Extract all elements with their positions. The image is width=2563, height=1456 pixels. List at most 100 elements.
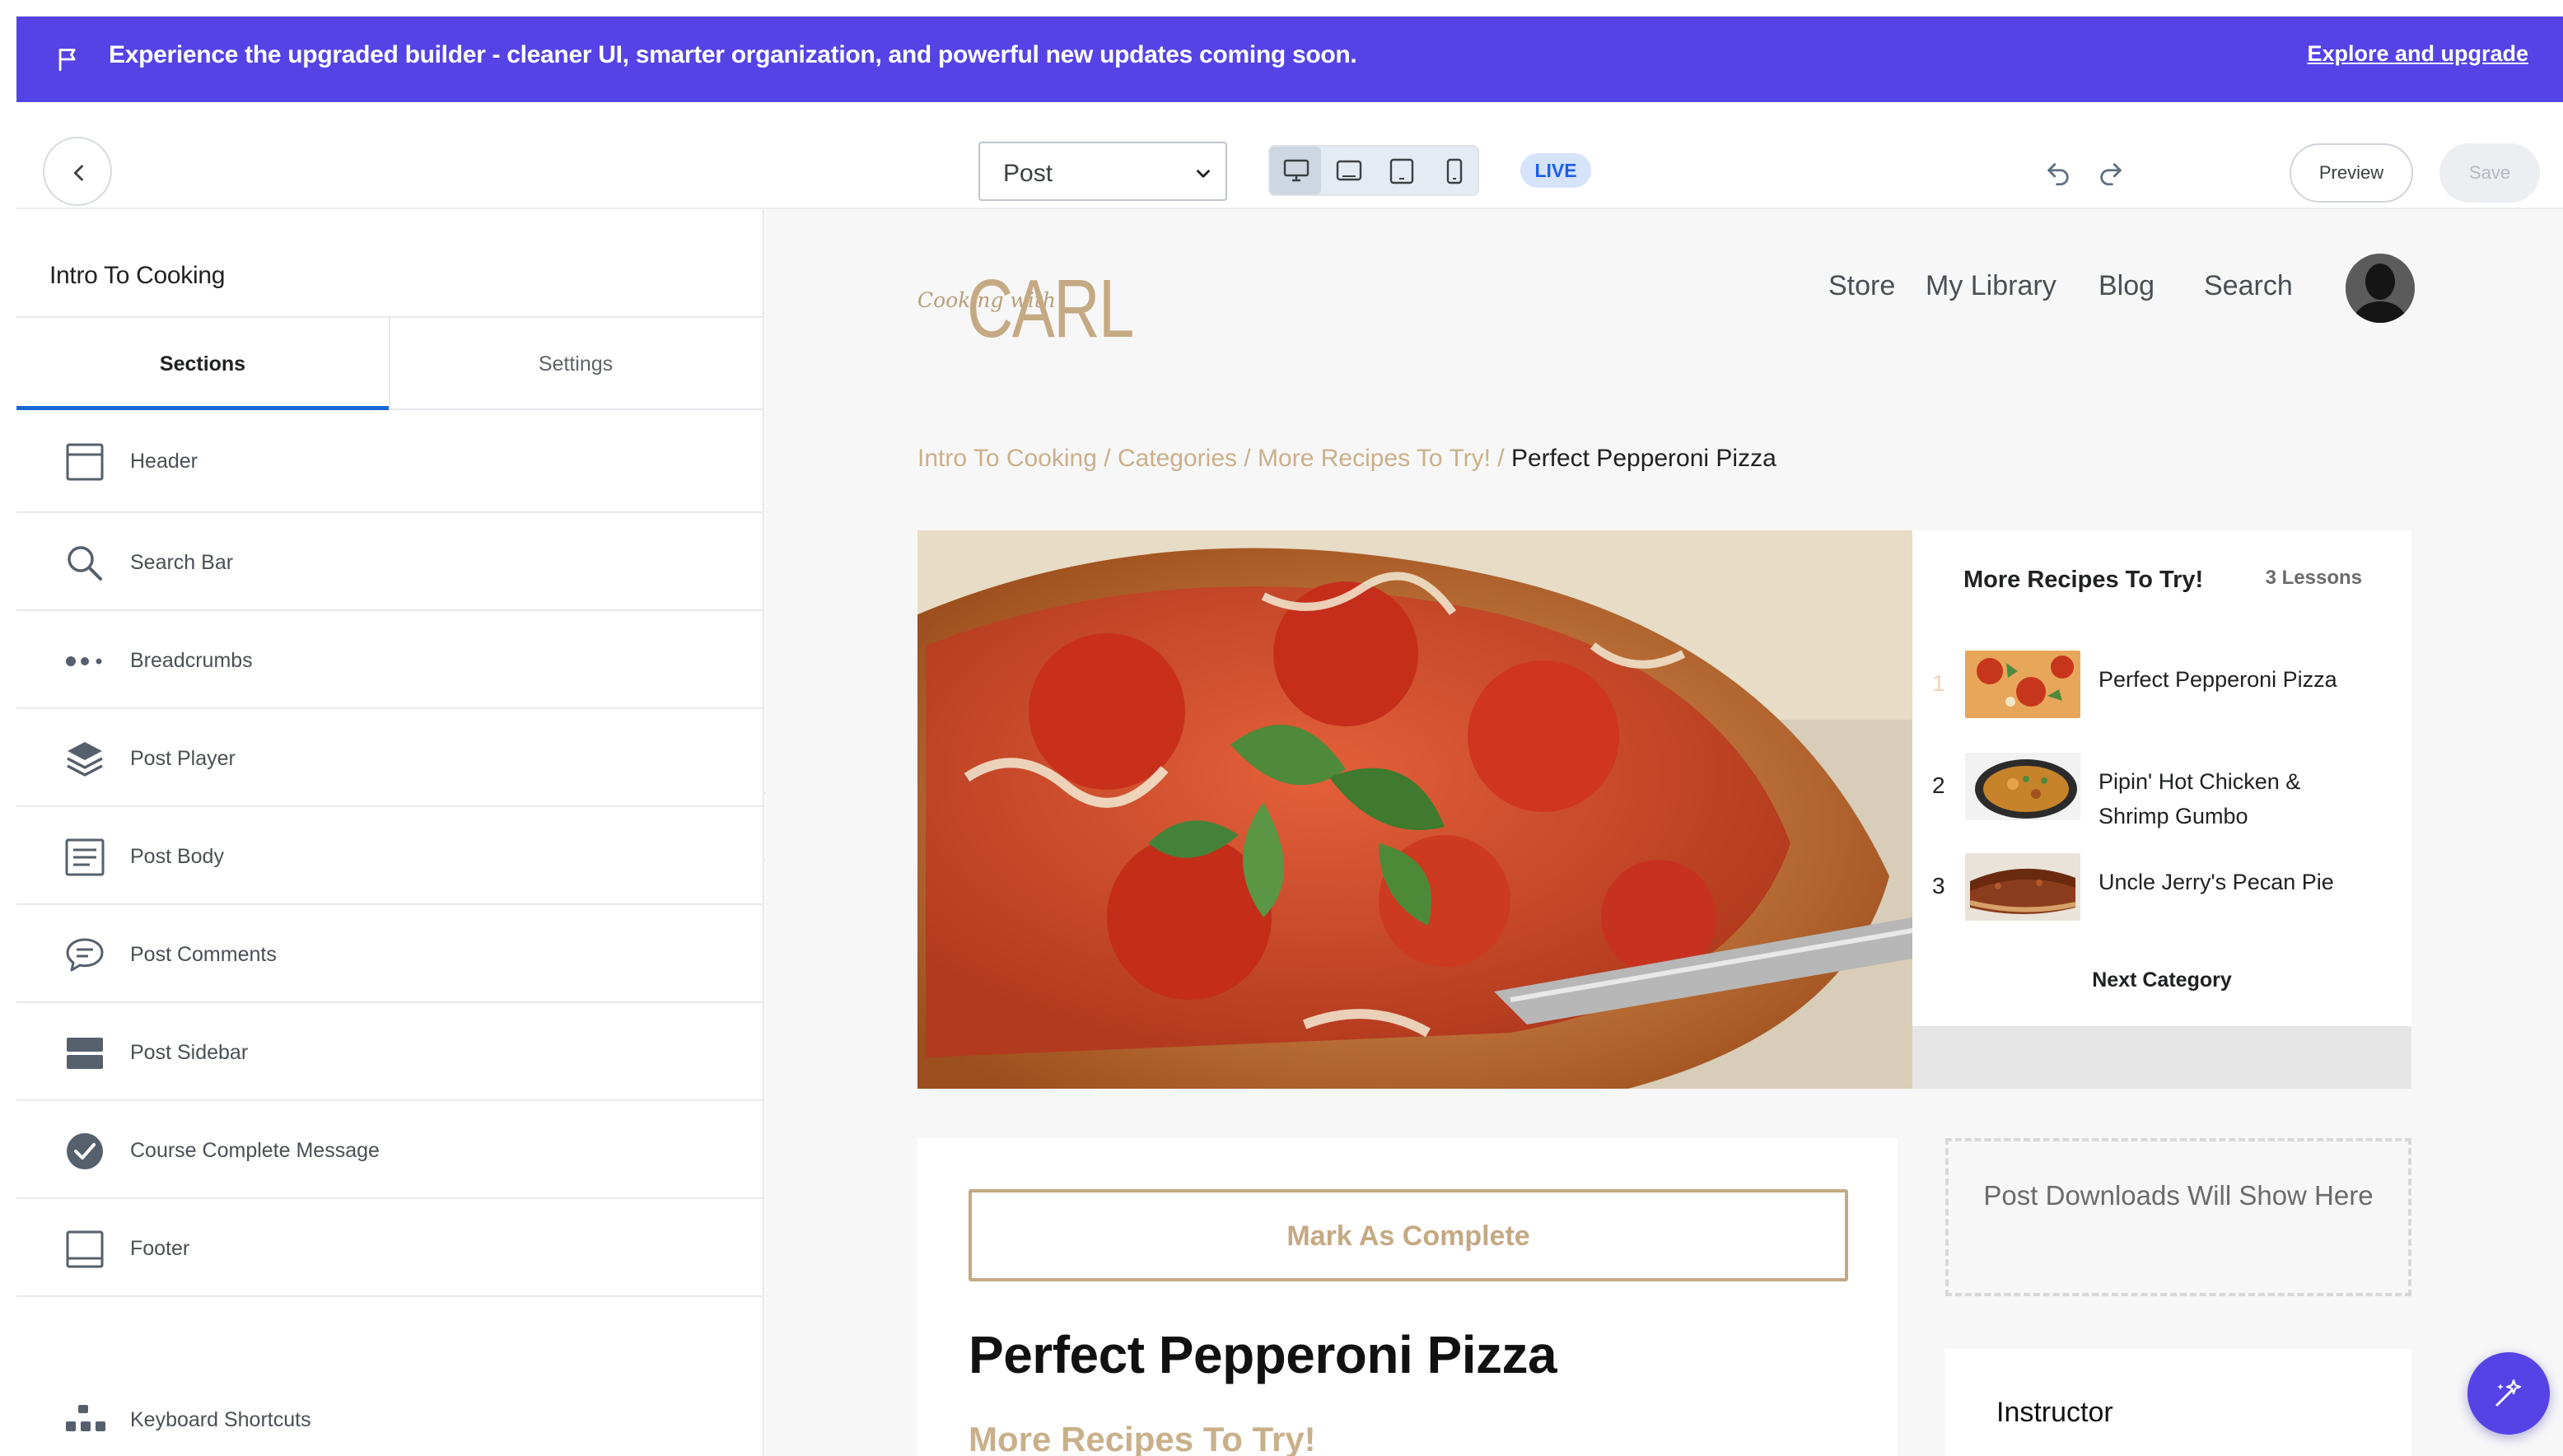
sidebar-item-header[interactable]: Header [16,412,763,513]
lesson-thumbnail [1965,853,2080,921]
lesson-number: 2 [1932,772,1945,798]
app-root: Experience the upgraded builder - cleane… [16,16,2563,1456]
sidebar-item-post-player[interactable]: Post Player [16,709,763,807]
tab-sections[interactable]: Sections [16,318,389,410]
sidebar-tabs: Sections Settings [16,316,763,410]
breadcrumb: Intro To Cooking / Categories / More Rec… [917,445,1776,472]
tablet-landscape-icon [1336,160,1362,181]
playlist-item[interactable]: 1 Perfect Pepperoni Pizza [1932,649,2393,723]
sections-list: Header Search Bar Breadcrumbs Post Playe… [16,412,763,1297]
sidebar-item-search-bar[interactable]: Search Bar [16,513,763,611]
desktop-view-button[interactable] [1270,147,1321,194]
next-category-link[interactable]: Next Category [1912,968,2411,992]
breadcrumb-link[interactable]: Intro To Cooking [917,445,1097,472]
sparkle-wand-icon [2495,1379,2522,1407]
chevron-left-icon [73,165,83,181]
course-title: Intro To Cooking [49,262,226,289]
playlist-footer [1912,1026,2411,1089]
mobile-icon [1446,158,1463,184]
lesson-title: Pipin' Hot Chicken & Shrimp Gumbo [2098,769,2301,828]
nav-my-library[interactable]: My Library [1926,270,2056,302]
post-hero-image [917,530,1912,1089]
breadcrumb-link[interactable]: Categories [1118,445,1237,472]
playlist-title: More Recipes To Try! [1963,567,2204,593]
sidebar-item-label: Post Sidebar [130,1041,249,1064]
device-view-toggle [1268,145,1479,196]
lesson-thumbnail [1965,651,2080,718]
breadcrumb-link[interactable]: More Recipes To Try! [1258,445,1491,472]
sidebar-item-post-comments[interactable]: Post Comments [16,905,763,1003]
playlist-item[interactable]: 3 Uncle Jerry's Pecan Pie [1932,852,2393,926]
post-playlist: More Recipes To Try! 3 Lessons 1 Perfect… [1912,530,2411,1026]
instructor-heading: Instructor [1996,1397,2113,1428]
logo-name: CARL [967,263,1134,355]
tablet-portrait-view-button[interactable] [1375,147,1426,194]
page-type-select[interactable]: Post [978,142,1227,201]
nav-blog[interactable]: Blog [2098,270,2155,302]
text-block-icon [65,838,105,876]
nav-store[interactable]: Store [1828,270,1895,302]
sidebar-item-label: Search Bar [130,551,234,574]
sidebar-item-label: Post Body [130,845,224,868]
sidebar-layout-icon [67,1038,103,1069]
user-avatar[interactable] [2346,254,2415,323]
chevron-down-icon [1197,170,1210,178]
keyboard-shortcuts-link[interactable]: Keyboard Shortcuts [64,1400,558,1441]
upgrade-banner: Experience the upgraded builder - cleane… [16,16,2563,102]
lesson-number: 1 [1932,670,1945,696]
preview-button[interactable]: Preview [2290,143,2413,203]
post-category[interactable]: More Recipes To Try! [969,1420,1316,1456]
comment-icon [66,938,104,972]
lesson-thumbnail [1965,753,2080,820]
explore-upgrade-link[interactable]: Explore and upgrade [2307,41,2528,67]
nav-search[interactable]: Search [2204,270,2293,302]
sidebar-item-post-body[interactable]: Post Body [16,807,763,905]
tablet-landscape-view-button[interactable] [1323,147,1374,194]
post-title: Perfect Pepperoni Pizza [969,1325,1557,1384]
keyboard-icon [66,1405,105,1431]
check-circle-icon [67,1133,103,1169]
avatar-silhouette-icon [2346,254,2415,323]
instructor-card: Instructor [1945,1349,2411,1456]
sections-sidebar: Intro To Cooking Sections Settings Heade… [16,209,764,1456]
builder-toolbar: Post LIVE Preview Save [16,102,2563,209]
redo-icon[interactable] [2097,160,2125,188]
playlist-count: 3 Lessons [2265,567,2362,589]
live-status-badge: LIVE [1520,153,1591,188]
undo-icon[interactable] [2044,160,2072,188]
sidebar-item-course-complete-message[interactable]: Course Complete Message [16,1101,763,1199]
footer-layout-icon [66,1230,104,1268]
dots-icon [66,656,102,666]
sidebar-item-label: Post Player [130,747,236,770]
sidebar-item-footer[interactable]: Footer [16,1199,763,1297]
search-icon [68,546,102,581]
tab-settings[interactable]: Settings [389,318,761,410]
lesson-title: Perfect Pepperoni Pizza [2098,667,2337,692]
banner-message: Experience the upgraded builder - cleane… [109,41,1357,68]
sidebar-item-post-sidebar[interactable]: Post Sidebar [16,1003,763,1101]
pizza-photo [917,530,1912,1089]
breadcrumb-current: Perfect Pepperoni Pizza [1510,445,1776,472]
ai-assistant-button[interactable] [2467,1352,2550,1435]
post-body: Mark As Complete Perfect Pepperoni Pizza… [917,1138,1898,1456]
sidebar-item-label: Footer [130,1237,190,1260]
mobile-view-button[interactable] [1428,147,1479,194]
mark-as-complete-button[interactable]: Mark As Complete [969,1189,1848,1281]
page-preview: Cooking with CARL Store My Library Blog … [766,209,2563,1456]
lesson-title: Uncle Jerry's Pecan Pie [2098,870,2334,894]
save-button[interactable]: Save [2439,143,2540,203]
site-logo[interactable]: Cooking with CARL [917,259,1134,355]
sidebar-item-label: Course Complete Message [130,1139,380,1162]
flag-icon [58,49,76,72]
tablet-portrait-icon [1389,158,1414,184]
post-downloads-placeholder: Post Downloads Will Show Here [1945,1138,2411,1296]
sidebar-item-label: Post Comments [130,943,277,966]
keyboard-shortcuts-label: Keyboard Shortcuts [130,1408,311,1431]
sidebar-item-label: Header [130,450,198,473]
lesson-number: 3 [1932,873,1945,898]
playlist-item[interactable]: 2 Pipin' Hot Chicken & Shrimp Gumbo [1932,751,2393,828]
sidebar-item-breadcrumbs[interactable]: Breadcrumbs [16,611,763,709]
back-button[interactable] [43,137,112,206]
sidebar-item-label: Breadcrumbs [130,649,253,672]
desktop-icon [1283,159,1310,182]
